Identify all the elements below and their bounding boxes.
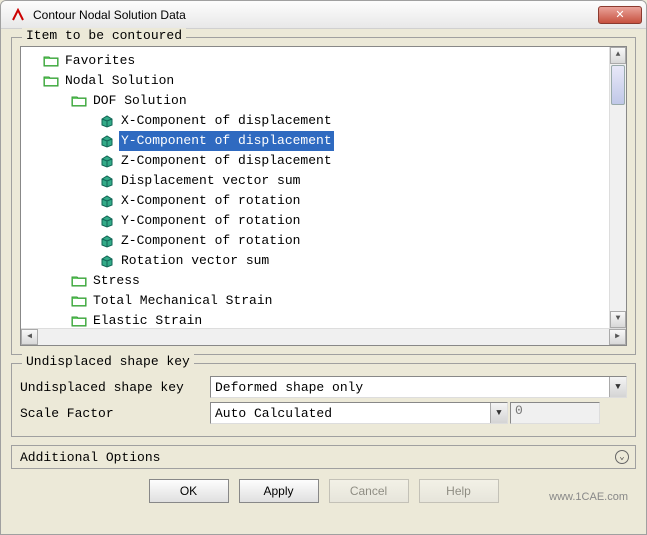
- tree-item-label: Displacement vector sum: [119, 171, 302, 191]
- fieldset-item-contoured: Item to be contoured FavoritesNodal Solu…: [11, 37, 636, 355]
- vertical-scrollbar[interactable]: ▲ ▼: [609, 47, 626, 328]
- shape-key-value: Deformed shape only: [215, 380, 363, 395]
- tree-item-label: Z-Component of displacement: [119, 151, 334, 171]
- tree-item[interactable]: Total Mechanical Strain: [23, 291, 624, 311]
- tree-container: FavoritesNodal SolutionDOF SolutionX-Com…: [20, 46, 627, 346]
- tree-item[interactable]: Favorites: [23, 51, 624, 71]
- tree-item[interactable]: X-Component of displacement: [23, 111, 624, 131]
- app-icon: [11, 7, 27, 23]
- scroll-track-h[interactable]: [38, 329, 609, 345]
- help-button[interactable]: Help: [419, 479, 499, 503]
- additional-options-label: Additional Options: [20, 450, 160, 465]
- fieldset-legend: Undisplaced shape key: [22, 354, 194, 369]
- scroll-right-icon[interactable]: ▶: [609, 329, 626, 345]
- cube-icon: [99, 174, 115, 188]
- tree-item-label: Y-Component of rotation: [119, 211, 302, 231]
- dialog-window: Contour Nodal Solution Data ✕ Item to be…: [0, 0, 647, 535]
- cube-icon: [99, 134, 115, 148]
- dialog-body: Item to be contoured FavoritesNodal Solu…: [1, 29, 646, 515]
- form-row-scale: Scale Factor Auto Calculated ▼ 0: [20, 402, 627, 424]
- scroll-up-icon[interactable]: ▲: [610, 47, 626, 64]
- tree-item[interactable]: Rotation vector sum: [23, 251, 624, 271]
- fieldset-undisplaced-shape: Undisplaced shape key Undisplaced shape …: [11, 363, 636, 437]
- scroll-left-icon[interactable]: ◀: [21, 329, 38, 345]
- chevron-down-icon: ▼: [609, 377, 626, 397]
- scroll-thumb[interactable]: [611, 65, 625, 105]
- tree[interactable]: FavoritesNodal SolutionDOF SolutionX-Com…: [23, 51, 624, 331]
- tree-item[interactable]: Y-Component of rotation: [23, 211, 624, 231]
- scroll-down-icon[interactable]: ▼: [610, 311, 626, 328]
- folder-icon: [71, 294, 87, 308]
- tree-item[interactable]: Y-Component of displacement: [23, 131, 624, 151]
- button-row: OK Apply Cancel Help www.1CAE.com: [11, 475, 636, 507]
- titlebar: Contour Nodal Solution Data ✕: [1, 1, 646, 29]
- horizontal-scrollbar[interactable]: ◀ ▶: [21, 328, 626, 345]
- folder-icon: [71, 314, 87, 328]
- tree-item-label: Y-Component of displacement: [119, 131, 334, 151]
- window-title: Contour Nodal Solution Data: [33, 8, 598, 22]
- cube-icon: [99, 254, 115, 268]
- tree-item-label: X-Component of displacement: [119, 111, 334, 131]
- tree-item-label: Total Mechanical Strain: [91, 291, 274, 311]
- tree-item[interactable]: Displacement vector sum: [23, 171, 624, 191]
- tree-item-label: Nodal Solution: [63, 71, 176, 91]
- cube-icon: [99, 214, 115, 228]
- scale-factor-label: Scale Factor: [20, 406, 210, 421]
- tree-item-label: X-Component of rotation: [119, 191, 302, 211]
- tree-item[interactable]: Z-Component of rotation: [23, 231, 624, 251]
- expand-icon: ⌄: [615, 450, 629, 464]
- watermark-text: www.1CAE.com: [549, 491, 628, 503]
- tree-item[interactable]: Nodal Solution: [23, 71, 624, 91]
- tree-item-label: Stress: [91, 271, 142, 291]
- scale-factor-select[interactable]: Auto Calculated ▼: [210, 402, 508, 424]
- folder-icon: [43, 74, 59, 88]
- apply-button[interactable]: Apply: [239, 479, 319, 503]
- tree-item[interactable]: X-Component of rotation: [23, 191, 624, 211]
- shape-key-select[interactable]: Deformed shape only ▼: [210, 376, 627, 398]
- tree-item-label: Rotation vector sum: [119, 251, 271, 271]
- cube-icon: [99, 234, 115, 248]
- cube-icon: [99, 154, 115, 168]
- tree-item[interactable]: Stress: [23, 271, 624, 291]
- additional-options-bar[interactable]: Additional Options ⌄: [11, 445, 636, 469]
- scale-factor-input[interactable]: 0: [510, 402, 600, 424]
- tree-item[interactable]: Z-Component of displacement: [23, 151, 624, 171]
- cancel-button[interactable]: Cancel: [329, 479, 409, 503]
- scroll-track[interactable]: [610, 106, 626, 311]
- tree-item-label: DOF Solution: [91, 91, 189, 111]
- form-row-shape: Undisplaced shape key Deformed shape onl…: [20, 376, 627, 398]
- ok-button[interactable]: OK: [149, 479, 229, 503]
- cube-icon: [99, 194, 115, 208]
- folder-icon: [43, 54, 59, 68]
- tree-item[interactable]: DOF Solution: [23, 91, 624, 111]
- folder-icon: [71, 94, 87, 108]
- chevron-down-icon: ▼: [490, 403, 507, 423]
- tree-item-label: Favorites: [63, 51, 137, 71]
- folder-icon: [71, 274, 87, 288]
- shape-key-label: Undisplaced shape key: [20, 380, 210, 395]
- cube-icon: [99, 114, 115, 128]
- close-button[interactable]: ✕: [598, 6, 642, 24]
- scale-factor-value: Auto Calculated: [215, 406, 332, 421]
- tree-item-label: Z-Component of rotation: [119, 231, 302, 251]
- fieldset-legend: Item to be contoured: [22, 28, 186, 43]
